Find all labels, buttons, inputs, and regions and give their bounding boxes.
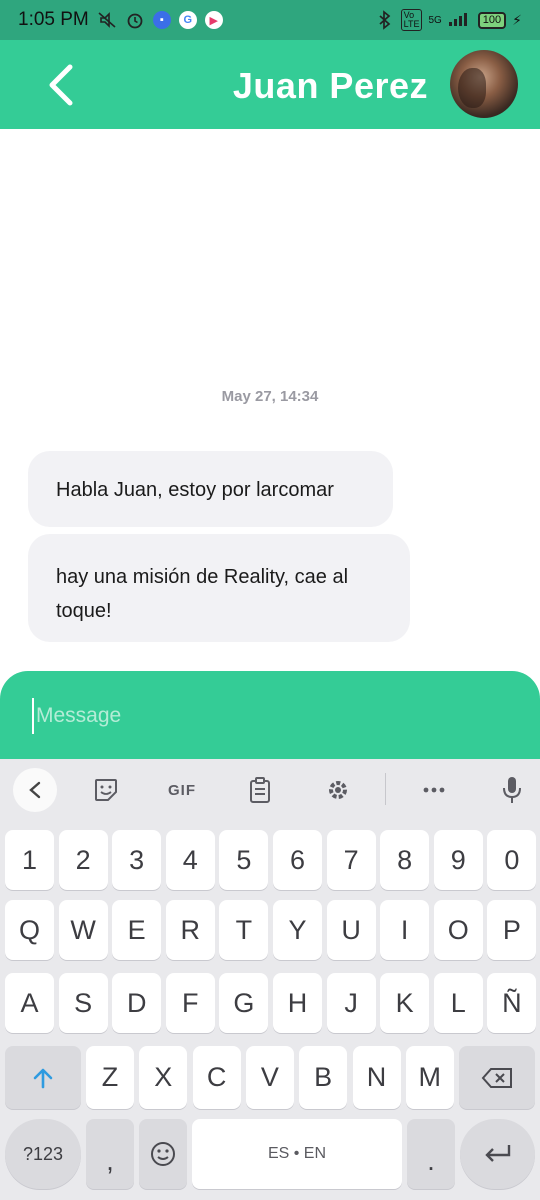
microphone-icon: [503, 777, 521, 803]
space-key-label: ES • EN: [267, 1145, 327, 1162]
letter-key[interactable]: Y: [273, 900, 322, 960]
keyboard-collapse-button[interactable]: [13, 768, 57, 812]
letter-key[interactable]: R: [165, 900, 215, 960]
number-key[interactable]: 2: [58, 830, 108, 890]
clipboard-button[interactable]: [238, 768, 282, 812]
letter-key[interactable]: V: [245, 1046, 294, 1109]
emoji-key[interactable]: [139, 1119, 187, 1189]
status-bar: 1:05 PM ▪ G ▶ Vo LTE 5G 100 ⚡: [0, 0, 540, 40]
message-bubble: Habla Juan, estoy por larcomar: [28, 451, 393, 527]
back-button[interactable]: [38, 62, 84, 108]
letter-key[interactable]: N: [352, 1046, 401, 1109]
number-key[interactable]: 6: [273, 830, 322, 890]
letter-key[interactable]: K: [380, 973, 430, 1033]
signal-icon: [448, 11, 472, 30]
sticker-button[interactable]: [84, 768, 128, 812]
backspace-icon: [481, 1067, 512, 1088]
number-key[interactable]: 8: [380, 830, 430, 890]
letter-key[interactable]: P: [487, 900, 537, 960]
letter-key[interactable]: Z: [86, 1046, 134, 1109]
message-timestamp: May 27, 14:34: [221, 388, 319, 405]
number-key[interactable]: 9: [433, 830, 483, 890]
play-store-icon: ▶: [204, 11, 223, 29]
shift-key[interactable]: [5, 1046, 81, 1109]
letter-key[interactable]: U: [326, 900, 376, 960]
number-key[interactable]: 7: [326, 830, 376, 890]
volte-icon: Vo LTE: [400, 9, 423, 31]
letter-key[interactable]: I: [380, 900, 430, 960]
letter-key[interactable]: L: [433, 973, 483, 1033]
settings-button[interactable]: [316, 768, 360, 812]
message-list: May 27, 14:34 Habla Juan, estoy por larc…: [0, 129, 540, 671]
letter-key[interactable]: B: [299, 1046, 348, 1109]
letter-key[interactable]: J: [326, 973, 376, 1033]
letter-key[interactable]: Q: [5, 900, 54, 960]
letter-key[interactable]: O: [433, 900, 483, 960]
letter-key[interactable]: C: [192, 1046, 241, 1109]
message-bubble: hay una misión de Reality, cae al toque!: [28, 534, 410, 642]
letter-key[interactable]: S: [58, 973, 108, 1033]
message-composer: [0, 671, 540, 759]
alarm-icon: [125, 10, 145, 30]
google-icon: G: [178, 11, 197, 29]
more-button[interactable]: [412, 768, 456, 812]
charging-icon: ⚡: [512, 11, 522, 28]
letter-key[interactable]: Ñ: [487, 973, 537, 1033]
gif-button[interactable]: GIF: [160, 768, 204, 812]
symbols-key[interactable]: ?123: [5, 1119, 81, 1189]
message-input[interactable]: [32, 698, 492, 734]
gif-label: GIF: [168, 781, 196, 799]
letter-key[interactable]: W: [58, 900, 108, 960]
backspace-key[interactable]: [459, 1046, 535, 1109]
number-key[interactable]: 3: [112, 830, 162, 890]
more-icon: [423, 787, 445, 793]
letter-key[interactable]: A: [5, 973, 54, 1033]
chevron-left-icon: [29, 781, 41, 799]
enter-icon: [484, 1145, 510, 1162]
period-key[interactable]: .: [407, 1119, 455, 1189]
battery-indicator: 100: [477, 11, 507, 29]
sticker-icon: [95, 779, 117, 801]
emoji-icon: [151, 1142, 175, 1166]
comma-key[interactable]: ,: [86, 1119, 134, 1189]
network-label: 5G: [428, 14, 442, 26]
space-key[interactable]: ES • EN: [192, 1119, 402, 1189]
number-key[interactable]: 4: [165, 830, 215, 890]
mute-icon: [97, 10, 117, 30]
letter-key[interactable]: E: [112, 900, 162, 960]
letter-key[interactable]: D: [112, 973, 162, 1033]
status-time: 1:05 PM: [18, 9, 89, 30]
number-key[interactable]: 5: [219, 830, 269, 890]
messages-app-icon: ▪: [152, 11, 171, 29]
letter-key[interactable]: H: [273, 973, 322, 1033]
clipboard-icon: [250, 777, 270, 803]
number-key[interactable]: 0: [487, 830, 537, 890]
letter-key[interactable]: X: [139, 1046, 188, 1109]
chevron-left-icon: [49, 64, 73, 106]
chat-header: Juan Perez: [0, 40, 540, 129]
letter-key[interactable]: G: [219, 973, 269, 1033]
voice-input-button[interactable]: [490, 768, 534, 812]
contact-name: Juan Perez: [232, 65, 428, 106]
toolbar-divider: [385, 773, 386, 805]
keyboard: GIF 1234567890 QWERTYUIOP ASDFGHJKLÑ ZXCVBN…: [0, 759, 540, 1200]
letter-key[interactable]: T: [219, 900, 269, 960]
keyboard-toolbar: GIF: [0, 759, 540, 819]
gear-icon: [329, 781, 347, 799]
letter-key[interactable]: F: [165, 973, 215, 1033]
enter-key[interactable]: [460, 1119, 535, 1189]
number-key[interactable]: 1: [5, 830, 54, 890]
shift-arrow-icon: [33, 1068, 53, 1088]
bluetooth-icon: [375, 10, 395, 30]
letter-key[interactable]: M: [405, 1046, 454, 1109]
contact-avatar[interactable]: [450, 50, 518, 118]
